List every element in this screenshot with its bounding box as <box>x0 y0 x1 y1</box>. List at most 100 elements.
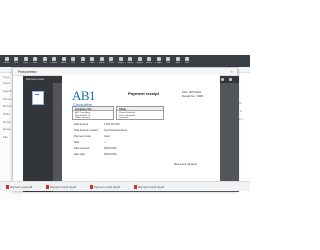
toolbar-button-icon <box>128 57 133 61</box>
client-title: Client <box>119 107 126 111</box>
toolbar-button[interactable]: New <box>12 56 22 66</box>
download-item-name: Payment receipt (2).pdf <box>94 185 120 189</box>
toolbar-button-label: Update <box>136 62 143 64</box>
toolbar-button[interactable]: Tools <box>88 56 98 66</box>
toolbar-button-label: Admin <box>146 62 153 64</box>
page-thumbnail[interactable] <box>32 91 44 105</box>
company-info-header: Company info <box>73 107 113 111</box>
pdf-file-icon <box>90 185 93 189</box>
toolbar-button[interactable]: Print <box>40 56 50 66</box>
toolbar-button[interactable]: Save <box>31 56 41 66</box>
toolbar-button-label: Help <box>175 62 180 64</box>
toolbar-button[interactable]: Exit <box>183 56 193 66</box>
field-value: — <box>104 141 107 144</box>
client-header: Client <box>117 107 163 111</box>
downloads-bar: Payment receipt.pdf Payment receipt (1).… <box>0 181 250 191</box>
toolbar-button-label: Save <box>32 62 38 64</box>
toolbar-button[interactable]: Update <box>135 56 145 66</box>
field-value: 18/07/2024 <box>104 153 117 156</box>
signature-label: Stamp and signature <box>174 163 198 166</box>
download-item[interactable]: Payment receipt (3).pdf <box>134 185 164 189</box>
toolbar-button[interactable]: Prefs <box>107 56 117 66</box>
toolbar-button[interactable]: Edit <box>69 56 79 66</box>
toolbar-button-icon <box>185 57 190 61</box>
toolbar-button[interactable]: Open <box>21 56 31 66</box>
field-label: Paid amount in letters <box>74 129 99 132</box>
left-panel-item[interactable]: Write <box>3 112 10 116</box>
toolbar-button[interactable]: Inquiry <box>116 56 126 66</box>
toolbar-button-icon <box>52 57 57 61</box>
screen: Home New Open Save Print Export Import Edit Find… <box>0 0 250 250</box>
toolbar-button-label: New <box>14 62 19 64</box>
field-label: Paid amount <box>74 123 89 126</box>
toolbar-button-icon <box>61 57 66 61</box>
toolbar-button-icon <box>99 57 104 61</box>
toolbar-button-label: Home <box>4 62 10 64</box>
thumbnail-logo <box>35 94 39 95</box>
pdf-page: AB1 Consulting Payment receipt Date: 18/… <box>62 75 220 191</box>
company-logo: AB1 <box>72 88 96 103</box>
field-label: Date paid <box>74 153 85 156</box>
pdf-filename: Payment receipt <box>26 77 45 81</box>
download-item[interactable]: Payment receipt (1).pdf <box>46 185 76 189</box>
toolbar-button-icon <box>33 57 38 61</box>
toolbar-button[interactable]: Help <box>173 56 183 66</box>
toolbar-button[interactable]: Find <box>78 56 88 66</box>
field-value: One thousand francs <box>104 129 128 132</box>
toolbar-button-icon <box>137 57 142 61</box>
receipt-number: Receipt No.: 10004 <box>182 94 204 98</box>
field-value: 1 000.00 CHF <box>104 123 120 126</box>
toolbar-button-label: Prefs <box>108 62 114 64</box>
toolbar-button-label: Inquiry <box>117 62 124 64</box>
field-label: Payment mode <box>74 135 91 138</box>
toolbar-button-label: Open <box>23 62 29 64</box>
left-panel-item[interactable]: Type <box>3 75 10 79</box>
toolbar-button-label: Import <box>60 62 67 64</box>
toolbar-button[interactable]: Import <box>59 56 69 66</box>
toolbar-button[interactable]: Calc <box>164 56 174 66</box>
toolbar-button-icon <box>109 57 114 61</box>
toolbar-button-label: Calc <box>166 62 171 64</box>
download-item-name: Payment receipt (3).pdf <box>138 185 164 189</box>
toolbar-button[interactable]: Ledger <box>154 56 164 66</box>
print-icon[interactable] <box>229 77 232 81</box>
toolbar-button-label: Export <box>51 62 58 64</box>
field-label: Date received <box>74 147 90 150</box>
toolbar-button-icon <box>71 57 76 61</box>
client-line: Lausanne <box>119 117 129 120</box>
download-item-name: Payment receipt.pdf <box>10 185 33 189</box>
toolbar-button[interactable]: Import <box>126 56 136 66</box>
client-box: Client Xlumin Solutions Zone industriell… <box>116 106 164 120</box>
left-panel-item[interactable]: File <box>3 135 8 139</box>
download-item[interactable]: Payment receipt.pdf <box>6 185 32 189</box>
toolbar-button-icon <box>156 57 161 61</box>
field-value: 18/07/2024 <box>104 147 117 150</box>
toolbar-button[interactable]: Admin <box>145 56 155 66</box>
company-info-title: Company info <box>75 107 92 111</box>
document-title: Payment receipt <box>128 91 159 96</box>
pdf-file-icon <box>6 185 9 189</box>
field-label: Note <box>74 141 80 144</box>
toolbar-button-icon <box>90 57 95 61</box>
company-line: Rue de Bâle 12 <box>75 114 91 117</box>
close-icon[interactable]: × <box>231 69 233 74</box>
download-item[interactable]: Payment receipt (2).pdf <box>90 185 120 189</box>
pdf-file-icon <box>46 185 49 189</box>
download-item-name: Payment receipt (1).pdf <box>50 185 76 189</box>
client-line: Xlumin Solutions <box>119 112 136 114</box>
toolbar-button-label: Import <box>127 62 134 64</box>
toolbar-button-icon <box>147 57 152 61</box>
toolbar-button-icon <box>14 57 19 61</box>
company-info-box: Company info AB1 Consulting Rue de Bâle … <box>72 106 114 120</box>
field-value: Cash <box>104 135 110 138</box>
toolbar-button[interactable]: Report <box>97 56 107 66</box>
dialog-title: Print preview <box>18 70 37 74</box>
app-toolbar: Home New Open Save Print Export Import Edit Find… <box>0 55 250 67</box>
toolbar-button-label: Edit <box>71 62 75 64</box>
download-icon[interactable] <box>221 77 224 81</box>
left-panel-item[interactable]: Open <box>3 81 10 85</box>
toolbar-button[interactable]: Export <box>50 56 60 66</box>
toolbar-button[interactable]: Home <box>2 56 12 66</box>
toolbar-button-label: Tools <box>89 62 95 64</box>
toolbar-button-label: Ledger <box>155 62 162 64</box>
